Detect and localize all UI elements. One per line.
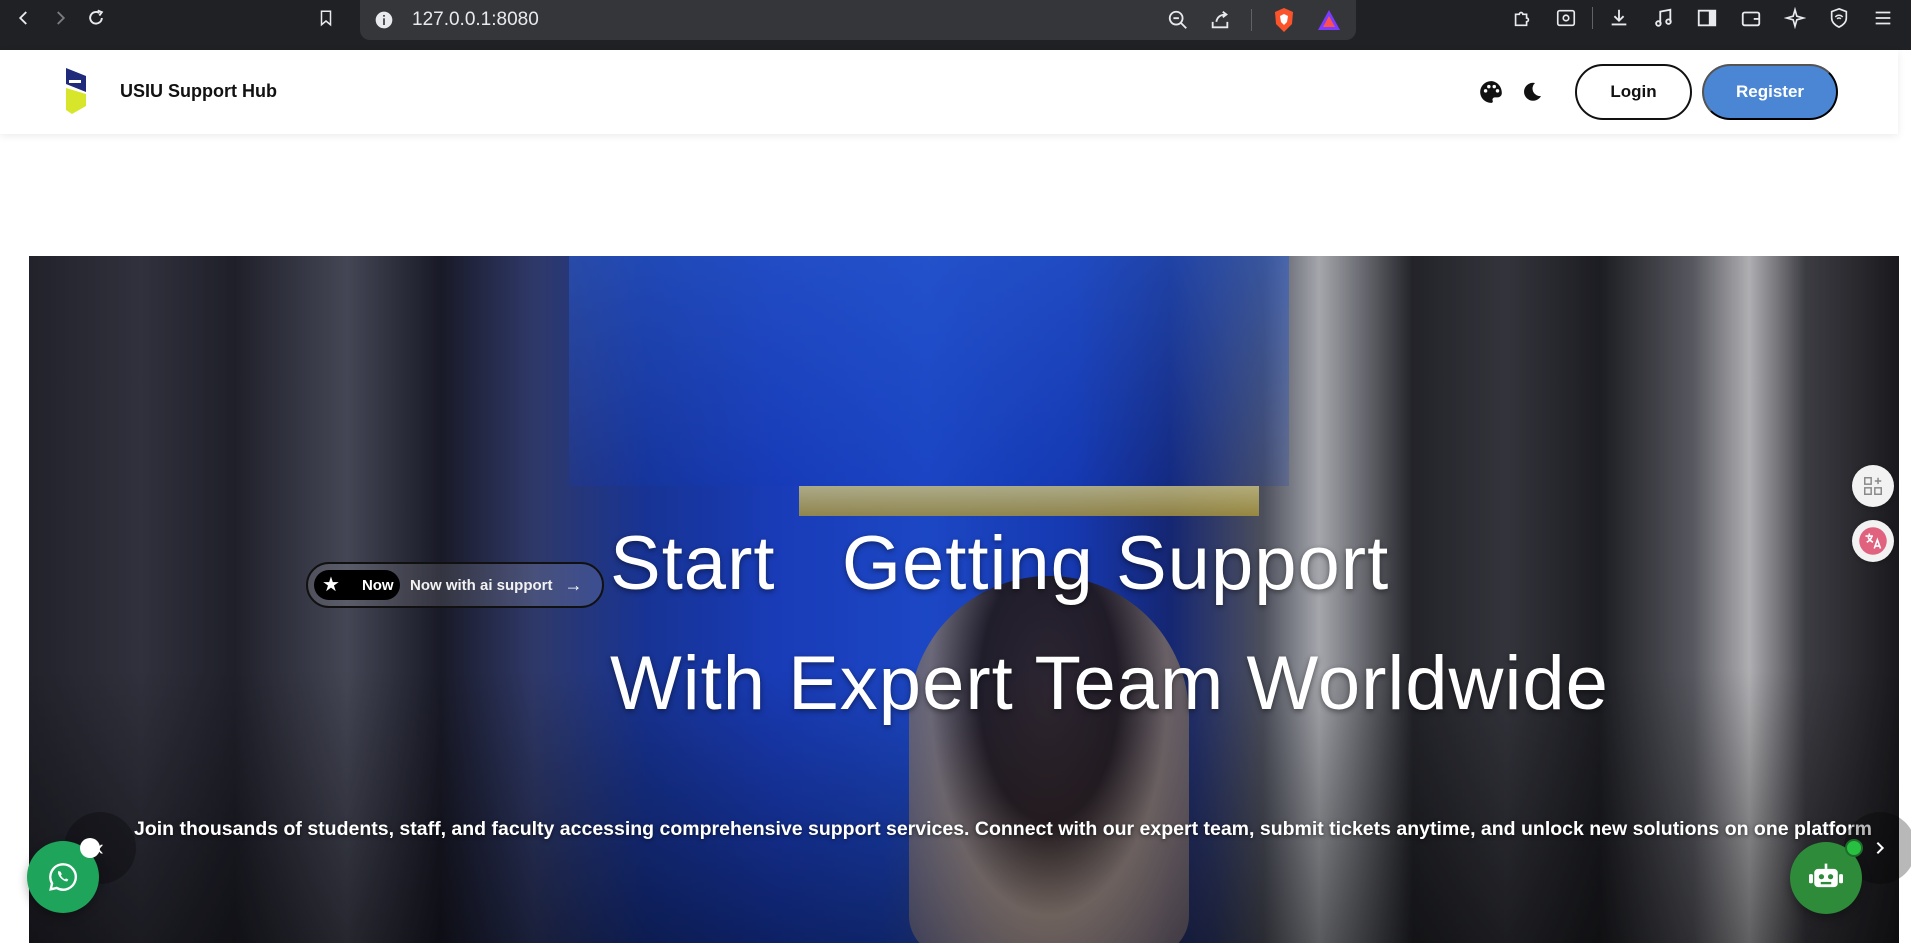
- divider: [1592, 7, 1593, 29]
- sidebar-button[interactable]: [1689, 0, 1725, 36]
- badge-pill: ★ Now: [314, 570, 400, 600]
- palette-icon: [1480, 81, 1502, 103]
- music-note-icon: [1655, 8, 1672, 27]
- share-icon[interactable]: [1209, 9, 1231, 31]
- vpn-shield-icon: [1830, 7, 1848, 29]
- url-text[interactable]: 127.0.0.1:8080: [412, 9, 539, 31]
- register-button[interactable]: Register: [1702, 64, 1838, 120]
- forward-button[interactable]: [42, 0, 78, 36]
- sidebar-icon: [1697, 9, 1717, 27]
- star-icon: ★: [322, 574, 340, 596]
- bookmark-icon: [320, 10, 332, 27]
- download-icon: [1611, 9, 1627, 26]
- brave-rewards-icon[interactable]: [1316, 8, 1342, 32]
- wallet-icon: [1741, 11, 1761, 27]
- vpn-button[interactable]: [1821, 0, 1857, 36]
- forward-icon: [57, 11, 66, 25]
- media-button[interactable]: [1645, 0, 1681, 36]
- theme-palette-button[interactable]: [1477, 78, 1505, 106]
- menu-button[interactable]: [1865, 0, 1901, 36]
- moon-icon: [1524, 82, 1541, 101]
- side-translate-button[interactable]: [1852, 520, 1894, 562]
- translate-icon: [1859, 527, 1887, 555]
- chatbot-online-indicator: [1845, 839, 1863, 857]
- back-icon: [18, 11, 27, 25]
- badge-pill-label: Now: [361, 576, 394, 594]
- page-search-icon: [1556, 9, 1576, 27]
- hero-subtitle: Join thousands of students, staff, and f…: [134, 818, 1873, 840]
- hero-title-line-2: With Expert Team Worldwide: [610, 641, 1609, 726]
- bookmark-button[interactable]: [308, 0, 344, 36]
- sparkle-icon: [1784, 7, 1806, 29]
- arrow-right-icon: →: [564, 574, 583, 595]
- brave-shield-icon[interactable]: [1272, 7, 1296, 33]
- chevron-right-icon: [1876, 841, 1885, 855]
- downloads-button[interactable]: [1601, 0, 1637, 36]
- puzzle-icon: [1514, 11, 1530, 27]
- back-button[interactable]: [6, 0, 42, 36]
- zoom-out-icon[interactable]: [1167, 9, 1189, 31]
- divider: [1251, 9, 1252, 31]
- hamburger-menu-icon: [1875, 11, 1891, 25]
- robot-icon: [1809, 863, 1843, 888]
- whatsapp-icon: [49, 863, 77, 891]
- site-header: USIU Support Hub Login Register: [0, 50, 1898, 134]
- whatsapp-close-dot[interactable]: [80, 838, 100, 858]
- brand-name[interactable]: USIU Support Hub: [120, 81, 277, 102]
- apps-grid-icon: [1864, 477, 1882, 495]
- dark-mode-toggle[interactable]: [1518, 78, 1546, 106]
- leo-ai-button[interactable]: [1777, 0, 1813, 36]
- reload-icon: [89, 9, 104, 25]
- login-button[interactable]: Login: [1575, 64, 1692, 120]
- wallet-button[interactable]: [1733, 0, 1769, 36]
- side-apps-button[interactable]: [1852, 465, 1894, 507]
- reload-button[interactable]: [78, 0, 114, 36]
- page-search-button[interactable]: [1548, 0, 1584, 36]
- site-info-icon[interactable]: [374, 10, 394, 30]
- address-bar[interactable]: 127.0.0.1:8080: [360, 0, 1356, 40]
- hero-title-line-1: Start Getting Support: [610, 521, 1390, 606]
- usiu-logo[interactable]: [62, 66, 92, 116]
- browser-chrome: 127.0.0.1:8080: [0, 0, 1911, 50]
- badge-text: Now with ai support: [410, 576, 553, 594]
- ai-support-badge[interactable]: ★ Now Now with ai support →: [306, 562, 604, 608]
- extensions-button[interactable]: [1504, 0, 1540, 36]
